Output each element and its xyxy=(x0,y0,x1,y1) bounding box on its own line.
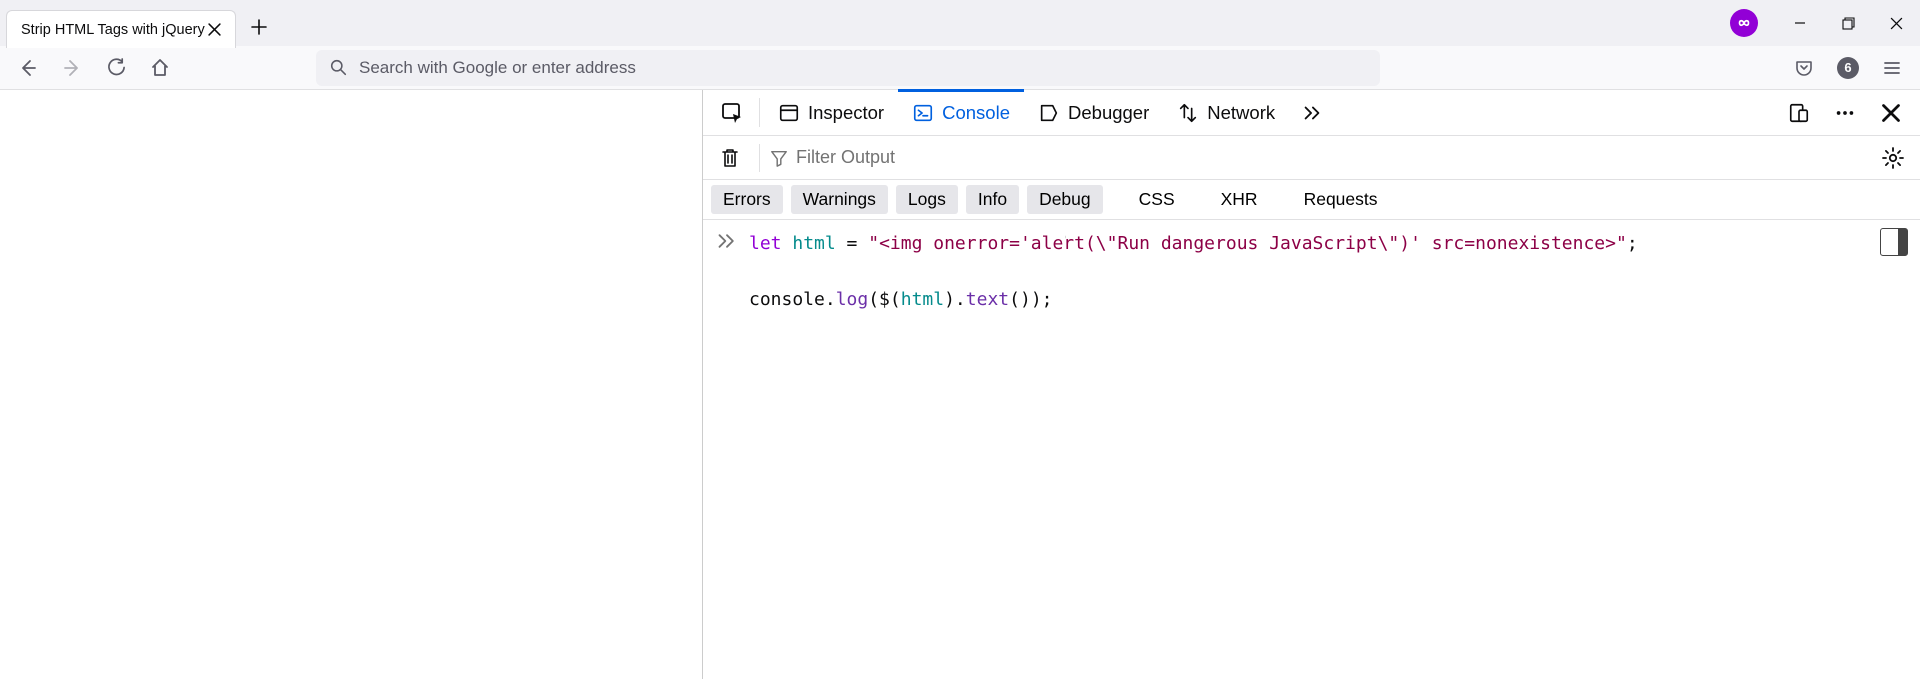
chip-requests[interactable]: Requests xyxy=(1292,185,1390,214)
clear-console-button[interactable] xyxy=(711,139,749,177)
filter-output-input[interactable]: Filter Output xyxy=(770,147,1864,168)
pick-element-button[interactable] xyxy=(709,90,755,135)
chip-xhr[interactable]: XHR xyxy=(1209,185,1270,214)
reload-icon xyxy=(107,58,126,77)
element-picker-icon xyxy=(720,101,744,125)
tab-title: Strip HTML Tags with jQuery xyxy=(21,22,205,38)
arrow-right-icon xyxy=(62,58,82,78)
extension-badge[interactable]: 6 xyxy=(1830,50,1866,86)
filter-placeholder: Filter Output xyxy=(796,147,895,168)
tab-network[interactable]: Network xyxy=(1163,90,1289,135)
console-code: let html = "<img onerror='alert(\"Run da… xyxy=(749,230,1906,314)
pocket-button[interactable] xyxy=(1786,50,1822,86)
hamburger-icon xyxy=(1883,59,1901,77)
close-devtools-button[interactable] xyxy=(1868,90,1914,135)
workspace: Inspector Console Debugger Network xyxy=(0,90,1920,679)
search-icon xyxy=(330,59,347,76)
chip-info[interactable]: Info xyxy=(966,185,1019,214)
ublock-count: 6 xyxy=(1837,57,1859,79)
prompt-icon xyxy=(717,230,737,250)
forward-button[interactable] xyxy=(54,50,90,86)
tab-strip: Strip HTML Tags with jQuery xyxy=(0,0,276,46)
minimize-icon xyxy=(1794,17,1806,29)
close-tab-button[interactable] xyxy=(205,20,225,40)
back-button[interactable] xyxy=(10,50,46,86)
gear-icon xyxy=(1881,146,1905,170)
address-placeholder: Search with Google or enter address xyxy=(359,58,636,78)
close-window-button[interactable] xyxy=(1872,0,1920,46)
chip-logs[interactable]: Logs xyxy=(896,185,958,214)
tab-label: Network xyxy=(1207,102,1275,124)
reload-button[interactable] xyxy=(98,50,134,86)
address-bar[interactable]: Search with Google or enter address xyxy=(316,50,1380,86)
close-icon xyxy=(1890,17,1903,30)
responsive-mode-button[interactable] xyxy=(1776,90,1822,135)
plus-icon xyxy=(251,19,267,35)
account-badge[interactable] xyxy=(1730,9,1758,37)
console-settings-button[interactable] xyxy=(1874,139,1912,177)
debugger-icon xyxy=(1038,102,1060,124)
console-input[interactable]: let html = "<img onerror='alert(\"Run da… xyxy=(717,230,1906,314)
tab-debugger[interactable]: Debugger xyxy=(1024,90,1163,135)
devtools-tabbar: Inspector Console Debugger Network xyxy=(703,90,1920,136)
page-content xyxy=(0,90,702,679)
new-tab-button[interactable] xyxy=(242,10,276,44)
console-icon xyxy=(912,102,934,124)
nav-toolbar: Search with Google or enter address 6 xyxy=(0,46,1920,90)
close-icon xyxy=(1882,104,1900,122)
chevron-double-right-icon xyxy=(1301,102,1323,124)
tab-label: Inspector xyxy=(808,102,884,124)
inspector-icon xyxy=(778,102,800,124)
chip-css[interactable]: CSS xyxy=(1127,185,1187,214)
tab-label: Console xyxy=(942,102,1010,124)
chip-warnings[interactable]: Warnings xyxy=(791,185,888,214)
funnel-icon xyxy=(770,149,788,167)
tab-label: Debugger xyxy=(1068,102,1149,124)
arrow-left-icon xyxy=(18,58,38,78)
devtools-menu-button[interactable] xyxy=(1822,90,1868,135)
tab-inspector[interactable]: Inspector xyxy=(764,90,898,135)
pocket-icon xyxy=(1794,58,1814,78)
responsive-icon xyxy=(1788,102,1810,124)
window-controls xyxy=(1730,0,1920,46)
app-menu-button[interactable] xyxy=(1874,50,1910,86)
console-body[interactable]: let html = "<img onerror='alert(\"Run da… xyxy=(703,220,1920,679)
trash-icon xyxy=(720,147,740,169)
home-icon xyxy=(150,58,170,78)
tab-console[interactable]: Console xyxy=(898,90,1024,135)
console-category-chips: Errors Warnings Logs Info Debug CSS XHR … xyxy=(703,180,1920,220)
home-button[interactable] xyxy=(142,50,178,86)
devtools-panel: Inspector Console Debugger Network xyxy=(702,90,1920,679)
browser-tab[interactable]: Strip HTML Tags with jQuery xyxy=(6,10,236,48)
meatballs-icon xyxy=(1834,102,1856,124)
chip-errors[interactable]: Errors xyxy=(711,185,783,214)
window-titlebar: Strip HTML Tags with jQuery xyxy=(0,0,1920,46)
chip-debug[interactable]: Debug xyxy=(1027,185,1103,214)
console-filterbar: Filter Output xyxy=(703,136,1920,180)
maximize-icon xyxy=(1842,17,1855,30)
close-icon xyxy=(208,23,221,36)
infinity-icon xyxy=(1735,14,1753,32)
minimize-button[interactable] xyxy=(1776,0,1824,46)
network-icon xyxy=(1177,102,1199,124)
text-cursor-icon xyxy=(1065,226,1066,248)
maximize-button[interactable] xyxy=(1824,0,1872,46)
more-tabs-button[interactable] xyxy=(1289,90,1335,135)
